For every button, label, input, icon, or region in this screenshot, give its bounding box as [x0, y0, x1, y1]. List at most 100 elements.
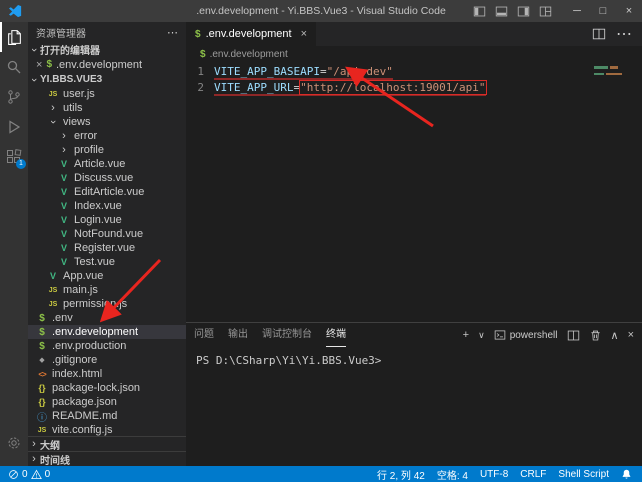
tree-item[interactable]: › profile — [28, 143, 186, 157]
code-editor[interactable]: 1 VITE_APP_BASEAPI="/api-dev" 2 VITE_APP… — [186, 62, 642, 322]
terminal-tab[interactable]: powershell — [494, 329, 558, 341]
file-name: permission.js — [63, 298, 127, 310]
status-right-items: 行 2, 列 42 空格: 4 UTF-8 CRLF Shell Script — [377, 467, 609, 482]
outline-section[interactable]: › 大纲 — [28, 436, 186, 451]
editor-group: $ .env.development × ⋯ $ .env.developmen… — [186, 22, 642, 466]
file-icon: JS — [47, 301, 59, 308]
tree-item[interactable]: $ .env.development — [28, 325, 186, 339]
file-name: Test.vue — [74, 256, 115, 268]
activity-extensions[interactable]: 1 — [0, 142, 28, 172]
activity-run-debug[interactable] — [0, 112, 28, 142]
panel-header: 问题 输出 调试控制台 终端 + ∨ powershell — [186, 323, 642, 347]
file-icon: V — [58, 257, 70, 267]
maximize-button[interactable]: □ — [590, 0, 616, 22]
activity-explorer[interactable] — [0, 22, 28, 52]
error-icon — [8, 469, 19, 480]
status-item[interactable]: 行 2, 列 42 — [377, 467, 425, 482]
close-panel-icon[interactable]: × — [628, 329, 634, 341]
new-terminal-icon[interactable]: + — [463, 329, 469, 341]
file-icon: V — [58, 215, 70, 225]
tree-item[interactable]: JS permission.js — [28, 297, 186, 311]
open-editor-item[interactable]: × $ .env.development — [28, 57, 186, 72]
search-icon — [6, 59, 22, 75]
tab-env-development[interactable]: $ .env.development × — [186, 22, 316, 46]
tree-item[interactable]: $ .env — [28, 311, 186, 325]
more-actions-icon[interactable]: ⋯ — [167, 26, 178, 39]
code-token: VITE_APP_URL — [214, 81, 293, 94]
more-actions-icon[interactable]: ⋯ — [616, 24, 632, 44]
status-item[interactable]: CRLF — [520, 469, 546, 480]
tree-item[interactable]: › utils — [28, 101, 186, 115]
toggle-panel-icon[interactable] — [495, 5, 508, 18]
file-name: main.js — [63, 284, 98, 296]
tree-item[interactable]: V App.vue — [28, 269, 186, 283]
code-text: VITE_APP_URL="http://localhost:19001/api… — [214, 80, 486, 96]
close-button[interactable]: × — [616, 0, 642, 22]
tree-item[interactable]: V Register.vue — [28, 241, 186, 255]
file-icon: $ — [36, 327, 48, 338]
env-file-icon: $ — [200, 49, 206, 60]
tree-item[interactable]: {} package.json — [28, 395, 186, 409]
timeline-label: 时间线 — [40, 452, 70, 467]
problems-status[interactable]: 0 0 — [8, 469, 50, 480]
tab-label: .env.development — [206, 28, 292, 40]
panel-tab[interactable]: 输出 — [228, 323, 248, 347]
close-icon[interactable]: × — [301, 28, 307, 40]
status-item[interactable]: Shell Script — [558, 469, 609, 480]
breadcrumb[interactable]: $ .env.development — [186, 46, 642, 62]
tree-item[interactable]: JS user.js — [28, 87, 186, 101]
tree-item[interactable]: › error — [28, 129, 186, 143]
file-name: views — [63, 116, 91, 128]
workspace-header[interactable]: › YI.BBS.VUE3 — [28, 72, 186, 87]
tree-item[interactable]: V NotFound.vue — [28, 227, 186, 241]
code-text: VITE_APP_BASEAPI="/api-dev" — [214, 64, 393, 80]
file-name: error — [74, 130, 97, 142]
minimap[interactable] — [594, 66, 626, 79]
panel-tab[interactable]: 问题 — [194, 323, 214, 347]
terminal-dropdown-icon[interactable]: ∨ — [478, 330, 485, 341]
timeline-section[interactable]: › 时间线 — [28, 451, 186, 466]
file-name: .env.production — [52, 340, 126, 352]
activity-search[interactable] — [0, 52, 28, 82]
tree-item[interactable]: V EditArticle.vue — [28, 185, 186, 199]
file-name: Login.vue — [74, 214, 122, 226]
status-bar: 0 0 行 2, 列 42 空格: 4 UTF-8 CRLF Shell Scr… — [0, 466, 642, 482]
tree-item[interactable]: <> index.html — [28, 367, 186, 381]
tree-item[interactable]: › views — [28, 115, 186, 129]
kill-terminal-icon[interactable] — [589, 329, 602, 342]
file-icon: V — [58, 159, 70, 169]
file-icon: › — [47, 102, 59, 114]
breadcrumb-item[interactable]: .env.development — [210, 49, 288, 60]
tree-item[interactable]: V Test.vue — [28, 255, 186, 269]
minimize-button[interactable]: ─ — [564, 0, 590, 22]
split-editor-icon[interactable] — [592, 27, 606, 41]
panel-tab[interactable]: 终端 — [326, 323, 346, 347]
tree-item[interactable]: ⓘ README.md — [28, 409, 186, 423]
close-icon[interactable]: × — [36, 59, 42, 71]
tree-item[interactable]: $ .env.production — [28, 339, 186, 353]
toggle-sidebar-icon[interactable] — [473, 5, 486, 18]
terminal[interactable]: PS D:\CSharp\Yi\Yi.BBS.Vue3> — [186, 347, 642, 466]
tree-item[interactable]: ◆ .gitignore — [28, 353, 186, 367]
bell-icon[interactable] — [621, 469, 632, 480]
toggle-secondary-sidebar-icon[interactable] — [517, 5, 530, 18]
tree-item[interactable]: V Login.vue — [28, 213, 186, 227]
tree-item[interactable]: V Article.vue — [28, 157, 186, 171]
activity-settings[interactable] — [0, 428, 28, 458]
title-bar-controls: ─ □ × — [473, 0, 642, 22]
tree-item[interactable]: {} package-lock.json — [28, 381, 186, 395]
customize-layout-icon[interactable] — [539, 5, 552, 18]
split-terminal-icon[interactable] — [567, 329, 580, 342]
open-editor-label: .env.development — [56, 59, 142, 71]
panel-tab[interactable]: 调试控制台 — [262, 323, 312, 347]
status-item[interactable]: UTF-8 — [480, 469, 508, 480]
maximize-panel-icon[interactable]: ∧ — [611, 329, 619, 342]
tree-item[interactable]: V Index.vue — [28, 199, 186, 213]
activity-source-control[interactable] — [0, 82, 28, 112]
tree-item[interactable]: JS main.js — [28, 283, 186, 297]
tree-item[interactable]: JS vite.config.js — [28, 423, 186, 436]
open-editors-header[interactable]: › 打开的编辑器 — [28, 42, 186, 57]
status-item[interactable]: 空格: 4 — [437, 467, 468, 482]
tree-item[interactable]: V Discuss.vue — [28, 171, 186, 185]
window-title: .env.development - Yi.BBS.Vue3 - Visual … — [196, 0, 446, 22]
